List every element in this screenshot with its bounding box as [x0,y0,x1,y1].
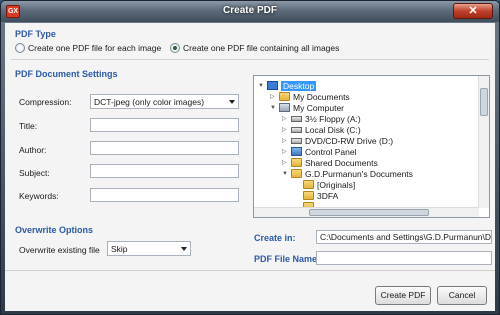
expander-icon[interactable] [294,182,300,188]
divider [5,270,495,271]
expander-icon[interactable]: ▷ [282,127,288,133]
tree-item-label: DVD/CD-RW Drive (D:) [305,135,394,146]
close-button[interactable]: ✕ [453,3,493,19]
title-field[interactable] [90,118,239,132]
tree-item[interactable]: ▷ Local Disk (C:) [282,124,361,135]
divider [11,59,489,60]
radio-each-circle[interactable] [15,43,25,53]
tree-item[interactable]: [Originals] [294,179,355,190]
tree-item-label: Shared Documents [305,157,378,168]
tree-item[interactable]: ▷ 3½ Floppy (A:) [282,113,361,124]
chevron-down-icon [229,100,235,104]
compression-value: DCT-jpeg (only color images) [94,97,205,107]
tree-item-label: My Computer [293,102,345,113]
create-in-label: Create in: [254,233,296,243]
tree-item[interactable]: ▼ Desktop [258,80,317,91]
overwrite-value: Skip [111,244,128,254]
create-pdf-button[interactable]: Create PDF [375,286,431,305]
expander-icon[interactable]: ▷ [282,116,288,122]
folder-icon [291,158,302,167]
tree-item[interactable]: ▷ My Documents [270,91,350,102]
cancel-button[interactable]: Cancel [437,286,487,305]
control-panel-icon [291,147,302,156]
create-in-field[interactable]: C:\Documents and Settings\G.D.Purmanun\D… [316,230,492,244]
folder-icon [291,169,302,178]
compression-label: Compression: [19,97,72,107]
drive-icon [291,137,302,144]
window-title: Create PDF [223,5,277,16]
expander-icon[interactable]: ▷ [282,160,288,166]
subject-label: Subject: [19,168,50,178]
doc-settings-heading: PDF Document Settings [15,69,118,79]
expander-icon[interactable]: ▷ [282,138,288,144]
folder-icon [303,191,314,200]
title-bar[interactable]: GX Create PDF ✕ [1,1,499,22]
expander-icon[interactable]: ▼ [282,171,288,177]
dialog-body: PDF Type Create one PDF file for each im… [5,23,495,311]
floppy-icon [291,115,302,122]
tree-item-label: 3½ Floppy (A:) [305,113,361,124]
keywords-field[interactable] [90,188,239,202]
scroll-thumb[interactable] [480,88,488,116]
create-pdf-window: GX Create PDF ✕ PDF Type Create one PDF … [0,0,500,315]
tree-item-label: [Originals] [317,179,356,190]
tree-vertical-scrollbar[interactable] [478,76,489,208]
drive-icon [291,126,302,133]
tree-item[interactable]: ▷ Control Panel [282,146,357,157]
radio-all-label: Create one PDF file containing all image… [183,43,340,53]
computer-icon [279,103,290,112]
chevron-down-icon [181,247,187,251]
tree-item[interactable]: ▼ G.D.Purmanun's Documents [282,168,413,179]
tree-item-label: Desktop [281,80,317,91]
folder-tree[interactable]: ▼ Desktop ▷ My Documents ▼ My Computer ▷ 3½ Flo… [253,75,490,218]
tree-item[interactable]: ▷ Shared Documents [282,157,378,168]
expander-icon[interactable]: ▷ [270,94,276,100]
pdf-file-name-field[interactable] [316,251,492,265]
tree-item-label: G.D.Purmanun's Documents [305,168,413,179]
overwrite-label: Overwrite existing file [19,245,100,255]
compression-select[interactable]: DCT-jpeg (only color images) [90,94,239,109]
expander-icon[interactable]: ▼ [258,83,264,89]
folder-icon [303,180,314,189]
radio-each-image[interactable]: Create one PDF file for each image [15,43,161,53]
pdf-file-name-label: PDF File Name: [254,254,321,264]
title-label: Title: [19,121,38,131]
overwrite-heading: Overwrite Options [15,225,94,235]
tree-horizontal-scrollbar[interactable] [254,207,479,217]
expander-icon[interactable]: ▼ [270,105,276,111]
desktop-icon [267,81,278,90]
tree-item-label: Local Disk (C:) [305,124,361,135]
radio-all-images[interactable]: Create one PDF file containing all image… [170,43,339,53]
tree-item-label: Control Panel [305,146,357,157]
overwrite-select[interactable]: Skip [107,241,191,256]
expander-icon[interactable] [294,193,300,199]
scroll-thumb[interactable] [309,209,429,216]
keywords-label: Keywords: [19,191,59,201]
tree-item[interactable]: ▼ My Computer [270,102,344,113]
tree-item-label: My Documents [293,91,350,102]
tree-item-label: 3DFA [317,190,339,201]
tree-item[interactable]: 3DFA [294,190,338,201]
expander-icon[interactable]: ▷ [282,149,288,155]
pdf-type-heading: PDF Type [15,29,56,39]
author-label: Author: [19,145,47,155]
folder-icon [279,92,290,101]
tree-item[interactable]: ▷ DVD/CD-RW Drive (D:) [282,135,393,146]
author-field[interactable] [90,141,239,155]
radio-each-label: Create one PDF file for each image [28,43,162,53]
subject-field[interactable] [90,164,239,178]
radio-all-circle[interactable] [170,43,180,53]
